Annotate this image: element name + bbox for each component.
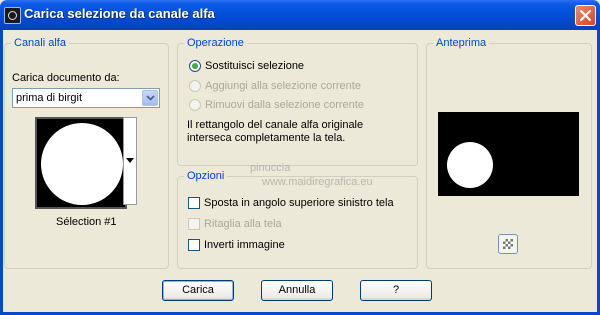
help-button[interactable]: ? [360, 280, 432, 301]
load-document-label: Carica documento da: [12, 72, 120, 84]
document-select[interactable]: prima di birgit [12, 88, 160, 108]
preview-background-button[interactable] [498, 234, 518, 254]
channel-dropdown-button[interactable] [123, 117, 137, 205]
anteprima-legend: Anteprima [433, 37, 490, 49]
circle-shape [41, 123, 123, 205]
checkbox-sposta-label[interactable]: Sposta in angolo superiore sinistro tela [204, 197, 394, 210]
checkbox-sposta[interactable] [188, 197, 200, 209]
app-icon [4, 7, 21, 24]
radio-aggiungi-label[interactable]: Aggiungi alla selezione corrente [205, 80, 361, 93]
checkbox-ritaglia[interactable] [188, 218, 200, 230]
canali-alfa-legend: Canali alfa [11, 37, 69, 49]
info-text-line1: Il rettangolo del canale alfa originale [187, 119, 364, 131]
operazione-legend: Operazione [184, 37, 247, 49]
title-bar: Carica selezione da canale alfa [0, 0, 600, 30]
close-button[interactable] [575, 5, 596, 26]
info-text-line2: interseca completamente la tela. [187, 132, 346, 144]
checkbox-ritaglia-label[interactable]: Ritaglia alla tela [204, 218, 282, 231]
channel-thumbnail [35, 117, 127, 209]
preview-canvas [438, 112, 579, 196]
watermark-name: pinuccia [250, 162, 291, 174]
radio-sostituisci-label[interactable]: Sostituisci selezione [205, 60, 304, 73]
radio-rimuovi[interactable] [189, 99, 201, 111]
opzioni-legend: Opzioni [184, 170, 228, 182]
carica-button[interactable]: Carica [162, 280, 234, 301]
document-select-value: prima di birgit [16, 92, 83, 104]
selection-name: Sélection #1 [56, 216, 117, 228]
checkerboard-icon [503, 239, 513, 249]
radio-aggiungi[interactable] [189, 80, 201, 92]
annulla-button[interactable]: Annulla [261, 280, 333, 301]
checkbox-inverti[interactable] [188, 239, 200, 251]
preview-circle [447, 142, 493, 188]
watermark-url: www.maidiregrafica.eu [262, 176, 373, 188]
window-title: Carica selezione da canale alfa [24, 6, 215, 21]
checkbox-inverti-label[interactable]: Inverti immagine [204, 239, 285, 252]
close-icon [579, 9, 592, 22]
radio-rimuovi-label[interactable]: Rimuovi dalla selezione corrente [205, 99, 364, 112]
chevron-down-icon[interactable] [142, 90, 158, 106]
radio-sostituisci[interactable] [189, 60, 201, 72]
